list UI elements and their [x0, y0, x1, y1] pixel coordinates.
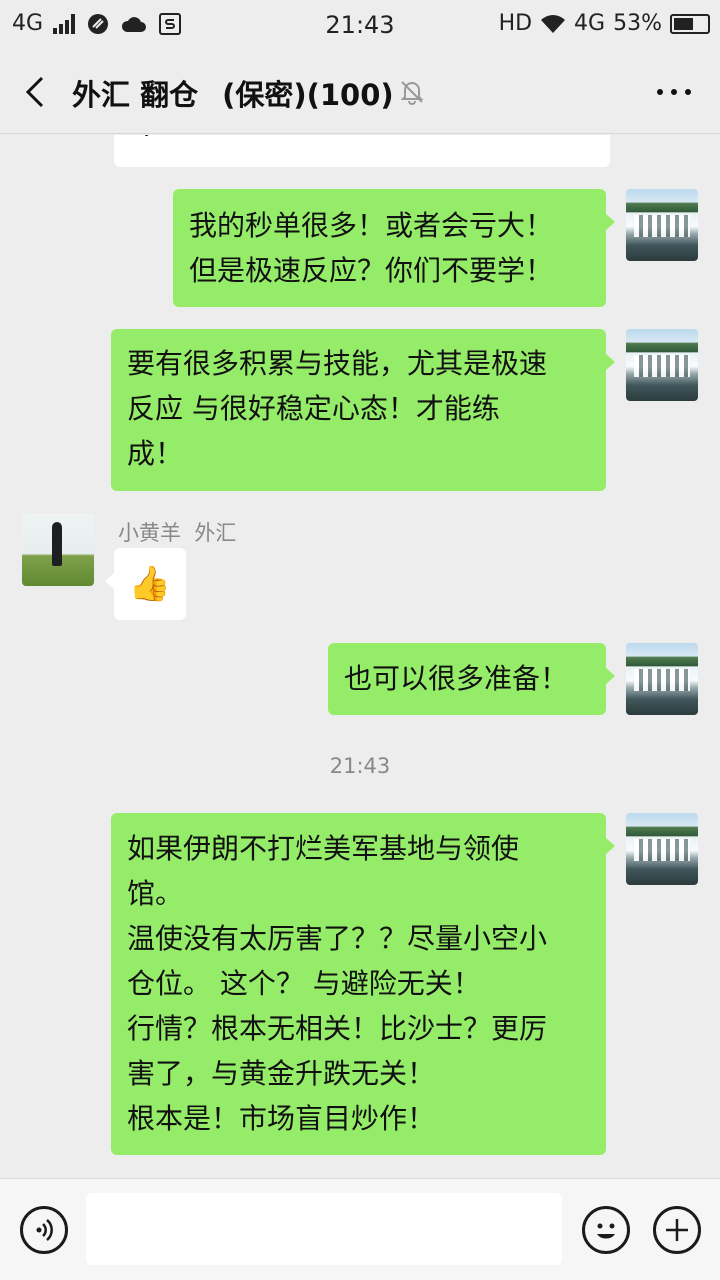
- wifi-icon: [540, 12, 566, 36]
- message-input[interactable]: [86, 1193, 562, 1265]
- chat-title-main: 外汇 翻仓: [72, 78, 199, 112]
- message-line: 根本是！市场盲目炒作！: [127, 1102, 436, 1135]
- status-bar: 4G 21:43 HD 4G 53%: [0, 0, 720, 50]
- back-arrow-icon[interactable]: [18, 72, 58, 112]
- message-line: 行情？根本无相关！比沙士？更厉: [127, 1012, 548, 1045]
- message-line: 但是极速反应？你们不要学！: [189, 254, 554, 287]
- input-bar: [0, 1178, 720, 1280]
- message-line: 馆。: [127, 877, 184, 910]
- thumbs-up-icon: 👍: [128, 564, 172, 604]
- chat-messages[interactable]: + 我的秒单很多！或者会亏大！ 但是极速反应？你们不要学！ 要有很多积累与技能，…: [0, 135, 720, 1178]
- chat-title-suffix: (保密)(100): [222, 78, 394, 112]
- network-right-label: 4G: [574, 11, 606, 36]
- battery-percent: 53%: [613, 11, 662, 36]
- message-line: 仓位。 这个？ 与避险无关！: [127, 967, 481, 1000]
- message-line: 如果伊朗不打烂美军基地与领使: [127, 832, 520, 865]
- voice-icon[interactable]: [20, 1206, 68, 1254]
- avatar-me[interactable]: [626, 643, 698, 715]
- message-bubble[interactable]: 也可以很多准备！: [328, 643, 615, 715]
- chat-header: 外汇 翻仓 (保密)(100): [0, 50, 720, 134]
- message-line: 要有很多积累与技能，尤其是极速: [127, 347, 548, 380]
- message-line: 我的秒单很多！或者会亏大！: [189, 209, 554, 242]
- message-line: 也可以很多准备！: [344, 662, 569, 695]
- message-bubble[interactable]: 我的秒单很多！或者会亏大！ 但是极速反应？你们不要学！: [173, 189, 615, 307]
- status-right: HD 4G 53%: [499, 11, 710, 36]
- avatar-me[interactable]: [626, 189, 698, 261]
- hd-label: HD: [498, 11, 533, 36]
- plus-icon[interactable]: [653, 1206, 701, 1254]
- mute-bell-icon: [398, 78, 426, 106]
- sender-name: 小黄羊 外汇: [118, 521, 237, 545]
- message-bubble[interactable]: 要有很多积累与技能，尤其是极速 反应 与很好稳定心态！才能练 成！: [111, 329, 615, 491]
- avatar-me[interactable]: [626, 813, 698, 885]
- message-bubble[interactable]: 如果伊朗不打烂美军基地与领使 馆。 温使没有太厉害了？？尽量小空小 仓位。 这个…: [111, 813, 615, 1155]
- chat-title: 外汇 翻仓 (保密)(100): [72, 72, 394, 114]
- previous-message-card[interactable]: +: [114, 135, 610, 167]
- more-dots-icon[interactable]: [652, 76, 696, 106]
- message-line: 反应 与很好稳定心态！才能练: [127, 392, 500, 425]
- emoji-icon[interactable]: [582, 1206, 630, 1254]
- message-line: 害了，与黄金升跌无关！: [127, 1057, 436, 1090]
- battery-icon: [670, 13, 710, 34]
- message-timestamp: 21:43: [329, 754, 391, 778]
- message-line: 温使没有太厉害了？？尽量小空小: [127, 922, 548, 955]
- message-bubble-emoji[interactable]: 👍: [105, 548, 186, 620]
- message-line: 成！: [127, 437, 184, 470]
- plus-icon: +: [134, 135, 159, 142]
- avatar-me[interactable]: [626, 329, 698, 401]
- avatar-other[interactable]: [22, 514, 94, 586]
